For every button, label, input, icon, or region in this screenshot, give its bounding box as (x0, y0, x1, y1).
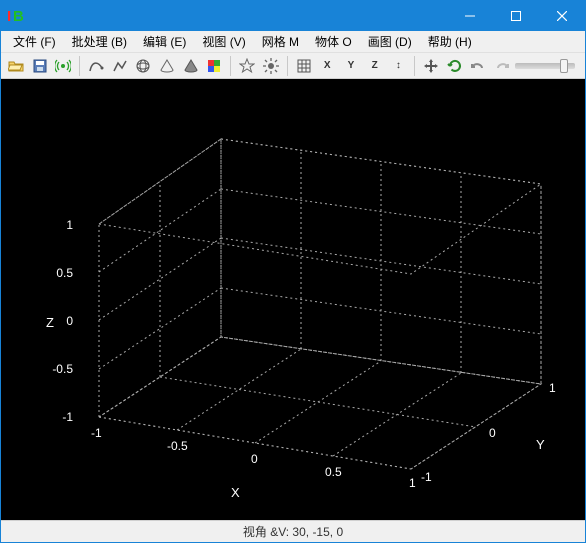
sun-icon[interactable] (260, 55, 282, 77)
menu-mesh[interactable]: 网格 M (254, 31, 307, 52)
open-icon[interactable] (5, 55, 27, 77)
axis-x-button[interactable]: X (316, 55, 338, 77)
undo-icon[interactable] (468, 55, 490, 77)
3d-axes: X Y Z -1 -0.5 0 0.5 1 -1 0 1 -1 -0.5 0 0… (1, 79, 585, 520)
toolbar-sep (414, 56, 415, 76)
toolbar: X Y Z ↕ (1, 53, 585, 79)
y-tick: 1 (549, 381, 556, 395)
z-tick: -1 (62, 410, 73, 424)
toolbar-sep (287, 56, 288, 76)
menu-help[interactable]: 帮助 (H) (420, 31, 480, 52)
menu-edit[interactable]: 编辑 (E) (135, 31, 194, 52)
x-axis-label: X (231, 485, 240, 500)
updown-button[interactable]: ↕ (388, 55, 410, 77)
y-axis-label: Y (536, 437, 545, 452)
svg-text:B: B (13, 8, 24, 25)
z-tick: 0.5 (56, 266, 73, 280)
menu-plot[interactable]: 画图 (D) (360, 31, 420, 52)
star-outline-icon[interactable] (236, 55, 258, 77)
app-icon: IB (7, 7, 25, 25)
svg-text:I: I (7, 8, 11, 25)
menu-batch[interactable]: 批处理 (B) (64, 31, 135, 52)
axis-x-label: X (320, 60, 334, 71)
axis-y-label: Y (344, 60, 358, 71)
maximize-button[interactable] (493, 1, 539, 31)
rotate-icon[interactable] (444, 55, 466, 77)
lines-icon[interactable] (109, 55, 131, 77)
x-tick: -0.5 (167, 439, 188, 453)
minimize-button[interactable] (447, 1, 493, 31)
x-tick: 1 (409, 476, 416, 490)
y-tick: -1 (421, 470, 432, 484)
updown-label: ↕ (391, 60, 405, 71)
z-tick: -0.5 (52, 362, 73, 376)
3d-viewport[interactable]: X Y Z -1 -0.5 0 0.5 1 -1 0 1 -1 -0.5 0 0… (1, 79, 585, 520)
grid-icon[interactable] (293, 55, 315, 77)
menu-file[interactable]: 文件 (F) (5, 31, 64, 52)
save-icon[interactable] (29, 55, 51, 77)
palette-icon[interactable] (204, 55, 226, 77)
toolbar-sep (79, 56, 80, 76)
x-tick: 0 (251, 452, 258, 466)
window-controls (447, 1, 585, 31)
pan-icon[interactable] (420, 55, 442, 77)
cone-solid-icon[interactable] (180, 55, 202, 77)
redo-icon[interactable] (491, 55, 513, 77)
app-window: IB 文件 (F) 批处理 (B) 编辑 (E) 视图 (V) 网格 M 物体 … (0, 0, 586, 543)
menu-view[interactable]: 视图 (V) (194, 31, 253, 52)
z-tick: 1 (66, 218, 73, 232)
axis-z-label: Z (368, 60, 382, 71)
close-button[interactable] (539, 1, 585, 31)
y-tick: 0 (489, 426, 496, 440)
z-tick: 0 (66, 314, 73, 328)
axis-z-button[interactable]: Z (364, 55, 386, 77)
menubar: 文件 (F) 批处理 (B) 编辑 (E) 视图 (V) 网格 M 物体 O 画… (1, 31, 585, 53)
titlebar: IB (1, 1, 585, 31)
axis-y-button[interactable]: Y (340, 55, 362, 77)
status-text: 视角 &V: 30, -15, 0 (243, 523, 343, 540)
z-axis-label: Z (46, 315, 54, 330)
menu-object[interactable]: 物体 O (307, 31, 360, 52)
wireframe-icon[interactable] (133, 55, 155, 77)
cone-outline-icon[interactable] (156, 55, 178, 77)
x-tick: 0.5 (325, 465, 342, 479)
path-icon[interactable] (85, 55, 107, 77)
x-tick: -1 (91, 426, 102, 440)
statusbar: 视角 &V: 30, -15, 0 (1, 520, 585, 542)
toolbar-sep (230, 56, 231, 76)
zoom-slider[interactable] (515, 63, 581, 69)
broadcast-icon[interactable] (52, 55, 74, 77)
